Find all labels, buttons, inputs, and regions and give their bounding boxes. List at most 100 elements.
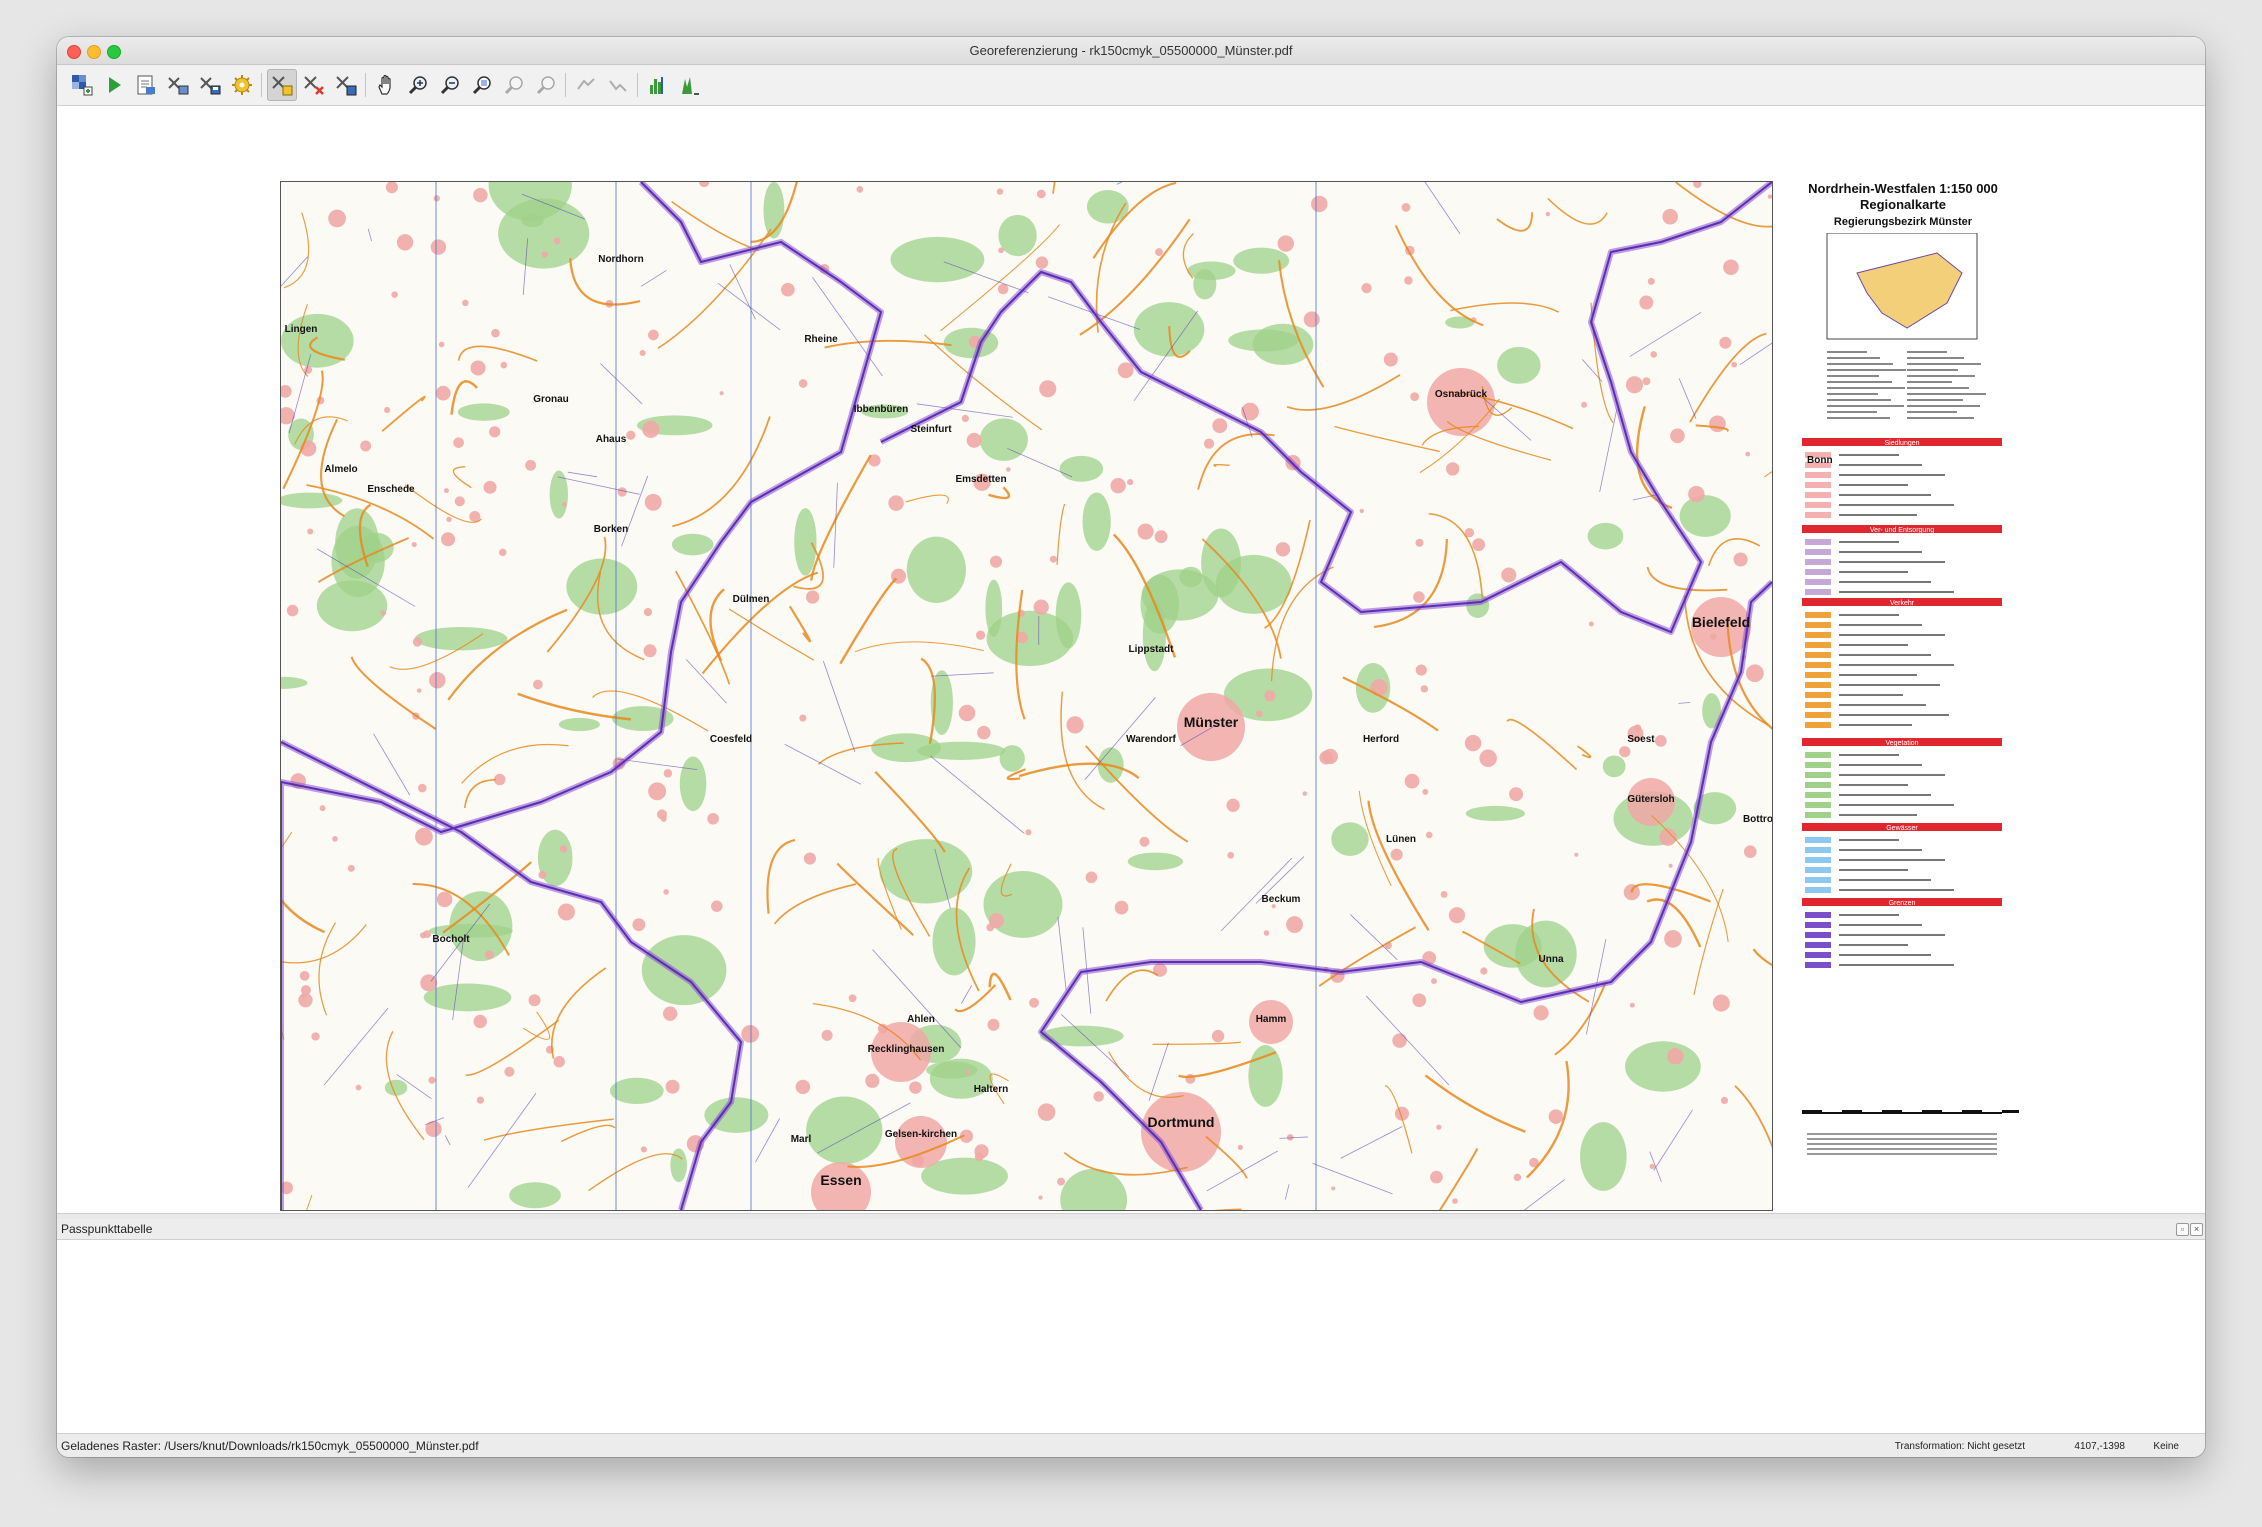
road	[1056, 503, 1066, 565]
road	[1547, 197, 1608, 225]
transformation-settings-button[interactable]	[227, 69, 257, 101]
forest-area	[1228, 329, 1299, 352]
municipal-boundary	[1148, 1042, 1169, 1101]
delete-point-button[interactable]	[299, 69, 329, 101]
road	[457, 345, 538, 362]
municipal-boundary	[812, 276, 883, 377]
link-georef-to-qgis-button[interactable]	[571, 69, 601, 101]
settlement-area	[1650, 351, 1657, 358]
legend-text-line	[1839, 674, 1917, 676]
settlement-area	[958, 704, 976, 722]
full-histogram-stretch-button[interactable]	[643, 69, 673, 101]
settlement-area	[909, 1081, 922, 1094]
zoom-last-button[interactable]	[499, 69, 529, 101]
road	[1373, 538, 1449, 629]
city-label: Soest	[1627, 734, 1655, 745]
settlement-area	[1743, 845, 1757, 859]
scale-bar-segment	[1802, 1110, 1822, 1113]
histogram-full-icon	[650, 77, 663, 94]
open-raster-button[interactable]	[67, 69, 97, 101]
legend-title: Nordrhein-Westfalen 1:150 000	[1808, 181, 1998, 196]
settlement-area	[355, 1084, 362, 1091]
settlement-area	[411, 541, 417, 548]
settlement-area	[663, 769, 673, 778]
legend-text-line	[1839, 964, 1954, 966]
legend-text-line	[1839, 774, 1945, 776]
forest-area	[1193, 269, 1217, 300]
settlement-area	[532, 679, 543, 690]
start-georeferencing-button[interactable]	[99, 69, 129, 101]
settlement-area	[484, 950, 494, 960]
float-panel-button[interactable]: ▫	[2176, 1223, 2189, 1236]
add-point-button[interactable]	[267, 69, 297, 101]
settlement-area	[1731, 361, 1738, 368]
generate-gdal-script-button[interactable]	[131, 69, 161, 101]
forest-area	[414, 626, 508, 651]
settlement-area	[1277, 235, 1294, 252]
road	[766, 839, 796, 914]
local-histogram-stretch-button[interactable]	[675, 69, 705, 101]
legend-text-line	[1839, 654, 1931, 656]
forest-area	[1059, 455, 1104, 482]
settlement-area	[803, 852, 816, 865]
settlement-area	[1066, 716, 1084, 734]
settlement-area	[660, 815, 667, 822]
city-label: Unna	[1539, 954, 1564, 965]
road	[1764, 471, 1772, 478]
imprint-line	[1807, 1153, 1997, 1155]
settlement-area	[798, 379, 808, 388]
link-qgis-icon	[609, 80, 627, 92]
legend-symbol	[1805, 922, 1831, 928]
zoom-next-button[interactable]	[531, 69, 561, 101]
settlement-area	[1667, 1048, 1684, 1065]
road	[318, 922, 336, 1016]
settlement-area	[561, 501, 567, 507]
transformation-status: Transformation: Nicht gesetzt	[1894, 1441, 2025, 1452]
save-points-icon	[200, 77, 221, 95]
gcp-table[interactable]	[57, 1240, 2205, 1433]
settlement-area	[1286, 916, 1303, 934]
settlement-area	[1654, 734, 1667, 747]
settlement-area	[1472, 538, 1486, 552]
raster-map[interactable]: Münster Dortmund Essen Bielefeld Gelsen-kirc…	[280, 181, 1773, 1211]
legend-symbol	[1805, 569, 1831, 575]
settlement-area	[1440, 891, 1448, 898]
close-panel-button[interactable]: ×	[2190, 1223, 2203, 1236]
georeferencer-canvas[interactable]: Münster Dortmund Essen Bielefeld Gelsen-kirc…	[57, 106, 2205, 1251]
legend-text-line	[1839, 914, 1899, 916]
city-label: Gütersloh	[1627, 794, 1674, 805]
histogram-local-icon	[682, 77, 699, 95]
municipal-boundary	[373, 733, 411, 796]
pan-button[interactable]	[371, 69, 401, 101]
forest-area	[1127, 852, 1184, 871]
move-gcp-point-button[interactable]	[331, 69, 361, 101]
city-label: Lünen	[1386, 834, 1416, 845]
settlement-area	[1226, 798, 1240, 812]
settlement-area	[1662, 208, 1679, 225]
settlement-area	[473, 187, 488, 203]
settlement-area	[1745, 451, 1751, 457]
municipal-boundary	[1678, 378, 1697, 419]
zoom-in-button[interactable]	[403, 69, 433, 101]
legend-symbol	[1805, 912, 1831, 918]
forest-area	[1497, 346, 1541, 384]
forest-area	[457, 403, 510, 421]
settlement-area	[504, 1066, 515, 1077]
link-qgis-to-georef-button[interactable]	[603, 69, 633, 101]
load-gcp-points-button[interactable]	[163, 69, 193, 101]
gear-icon	[232, 75, 252, 95]
legend-symbol	[1805, 942, 1831, 948]
settlement-area	[1085, 871, 1098, 884]
settlement-area	[648, 782, 667, 801]
settlement-area	[1359, 508, 1364, 514]
settlement-area	[525, 459, 537, 471]
script-icon	[137, 75, 155, 95]
zoom-to-layer-button[interactable]	[467, 69, 497, 101]
save-gcp-points-button[interactable]	[195, 69, 225, 101]
legend-section-label: Ver- und Entsorgung	[1870, 527, 1934, 534]
zoom-out-button[interactable]	[435, 69, 465, 101]
legend-text-line	[1839, 754, 1899, 756]
crs-status[interactable]: Keine	[2153, 1441, 2179, 1452]
settlement-area	[1005, 467, 1011, 472]
city-label: Emsdetten	[955, 474, 1006, 485]
